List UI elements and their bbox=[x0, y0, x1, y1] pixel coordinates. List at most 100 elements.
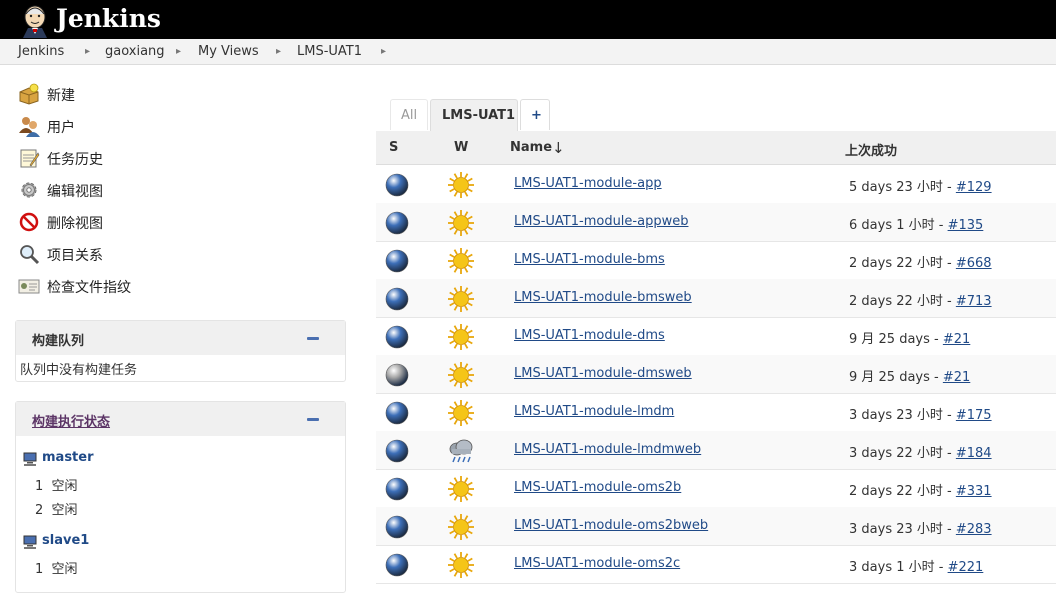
blue-status-ball-icon[interactable] bbox=[385, 287, 409, 311]
blue-status-ball-icon[interactable] bbox=[385, 553, 409, 577]
jenkins-butler-logo[interactable] bbox=[18, 2, 52, 38]
table-row: LMS-UAT1-module-bms 2 days 22 小时 - #668 bbox=[376, 241, 1056, 280]
breadcrumb-my-views[interactable]: My Views bbox=[198, 44, 259, 59]
build-number-link[interactable]: #283 bbox=[956, 522, 992, 537]
last-success: 3 days 23 小时 - #283 bbox=[849, 518, 992, 537]
table-row: LMS-UAT1-module-dmsweb 9 月 25 days - #21 bbox=[376, 355, 1056, 394]
executor-state: 空闲 bbox=[51, 562, 78, 577]
breadcrumb-user[interactable]: gaoxiang bbox=[105, 44, 165, 59]
blue-status-ball-icon[interactable] bbox=[385, 515, 409, 539]
blue-status-ball-icon[interactable] bbox=[385, 211, 409, 235]
last-success: 3 days 1 小时 - #221 bbox=[849, 556, 983, 575]
sun-icon[interactable] bbox=[447, 209, 475, 237]
tab-add-view[interactable]: + bbox=[520, 99, 550, 130]
column-name[interactable]: Name bbox=[510, 140, 552, 155]
build-number-link[interactable]: #331 bbox=[956, 484, 992, 499]
collapse-icon[interactable] bbox=[307, 337, 319, 340]
last-success: 9 月 25 days - #21 bbox=[849, 328, 970, 347]
last-success: 3 days 23 小时 - #175 bbox=[849, 404, 992, 423]
sun-icon[interactable] bbox=[447, 399, 475, 427]
plus-icon[interactable]: + bbox=[531, 108, 542, 123]
job-link[interactable]: LMS-UAT1-module-dmsweb bbox=[514, 366, 692, 381]
table-row: LMS-UAT1-module-bmsweb 2 days 22 小时 - #71… bbox=[376, 279, 1056, 318]
breadcrumb-view[interactable]: LMS-UAT1 bbox=[297, 44, 362, 59]
computer-name[interactable]: master bbox=[42, 450, 94, 465]
build-number-link[interactable]: #135 bbox=[948, 218, 984, 233]
build-number-link[interactable]: #668 bbox=[956, 256, 992, 271]
job-link[interactable]: LMS-UAT1-module-lmdmweb bbox=[514, 442, 701, 457]
magnifier-icon bbox=[20, 245, 40, 265]
job-link[interactable]: LMS-UAT1-module-app bbox=[514, 176, 662, 191]
last-success-time: 2 days 22 小时 - bbox=[849, 294, 956, 309]
new-package-icon bbox=[19, 83, 39, 105]
job-link[interactable]: LMS-UAT1-module-bmsweb bbox=[514, 290, 692, 305]
build-number-link[interactable]: #184 bbox=[956, 446, 992, 461]
last-success: 2 days 22 小时 - #713 bbox=[849, 290, 992, 309]
column-weather[interactable]: W bbox=[454, 140, 468, 155]
blue-status-ball-icon[interactable] bbox=[385, 249, 409, 273]
build-number-link[interactable]: #21 bbox=[943, 370, 970, 385]
task-new-label[interactable]: 新建 bbox=[47, 85, 75, 105]
tab-lms-uat1[interactable]: LMS-UAT1 bbox=[430, 99, 518, 132]
build-number-link[interactable]: #21 bbox=[943, 332, 970, 347]
job-link[interactable]: LMS-UAT1-module-dms bbox=[514, 328, 665, 343]
blue-status-ball-icon[interactable] bbox=[385, 173, 409, 197]
task-delete-view-label[interactable]: 删除视图 bbox=[47, 213, 103, 233]
job-link[interactable]: LMS-UAT1-module-lmdm bbox=[514, 404, 674, 419]
sun-icon[interactable] bbox=[447, 513, 475, 541]
last-success-time: 3 days 22 小时 - bbox=[849, 446, 956, 461]
job-link[interactable]: LMS-UAT1-module-oms2c bbox=[514, 556, 680, 571]
sort-arrow-icon[interactable]: ↓ bbox=[552, 139, 565, 157]
sun-icon[interactable] bbox=[447, 551, 475, 579]
task-project-relationship-label[interactable]: 项目关系 bbox=[47, 245, 103, 265]
table-row: LMS-UAT1-module-oms2b 2 days 22 小时 - #331 bbox=[376, 469, 1056, 508]
last-success-time: 3 days 23 小时 - bbox=[849, 522, 956, 537]
sun-icon[interactable] bbox=[447, 247, 475, 275]
column-last-success[interactable]: 上次成功 bbox=[845, 140, 897, 159]
chevron-right-icon[interactable]: ▸ bbox=[381, 45, 386, 59]
job-link[interactable]: LMS-UAT1-module-oms2b bbox=[514, 480, 681, 495]
task-fingerprint-label[interactable]: 检查文件指纹 bbox=[47, 277, 131, 297]
table-row: LMS-UAT1-module-oms2bweb 3 days 23 小时 - #… bbox=[376, 507, 1056, 546]
blue-status-ball-icon[interactable] bbox=[385, 401, 409, 425]
blue-status-ball-icon[interactable] bbox=[385, 477, 409, 501]
sun-icon[interactable] bbox=[447, 171, 475, 199]
task-edit-view-label[interactable]: 编辑视图 bbox=[47, 181, 103, 201]
column-status[interactable]: S bbox=[389, 140, 398, 155]
sun-icon[interactable] bbox=[447, 361, 475, 389]
last-success: 5 days 23 小时 - #129 bbox=[849, 176, 992, 195]
sun-icon[interactable] bbox=[447, 323, 475, 351]
build-number-link[interactable]: #175 bbox=[956, 408, 992, 423]
task-history-label[interactable]: 任务历史 bbox=[47, 149, 103, 169]
sun-icon[interactable] bbox=[447, 285, 475, 313]
job-link[interactable]: LMS-UAT1-module-appweb bbox=[514, 214, 688, 229]
executor-number: 2 bbox=[35, 503, 44, 518]
chevron-right-icon[interactable]: ▸ bbox=[85, 45, 90, 59]
build-number-link[interactable]: #221 bbox=[948, 560, 984, 575]
job-link[interactable]: LMS-UAT1-module-bms bbox=[514, 252, 665, 267]
job-link[interactable]: LMS-UAT1-module-oms2bweb bbox=[514, 518, 708, 533]
computer-name[interactable]: slave1 bbox=[42, 533, 89, 548]
task-users-label[interactable]: 用户 bbox=[47, 117, 75, 137]
sun-icon[interactable] bbox=[447, 475, 475, 503]
table-row: LMS-UAT1-module-oms2c 3 days 1 小时 - #221 bbox=[376, 545, 1056, 584]
collapse-icon[interactable] bbox=[307, 418, 319, 421]
chevron-right-icon[interactable]: ▸ bbox=[176, 45, 181, 59]
blue-status-ball-icon[interactable] bbox=[385, 439, 409, 463]
blue-status-ball-icon[interactable] bbox=[385, 325, 409, 349]
brand-title[interactable]: Jenkins bbox=[56, 3, 161, 35]
tab-all[interactable]: All bbox=[390, 99, 428, 130]
tab-all-label[interactable]: All bbox=[401, 108, 417, 123]
grey-status-ball-icon[interactable] bbox=[385, 363, 409, 387]
executors-title[interactable]: 构建执行状态 bbox=[32, 411, 110, 430]
computer-icon bbox=[23, 452, 37, 466]
last-success: 2 days 22 小时 - #331 bbox=[849, 480, 992, 499]
rain-cloud-icon[interactable] bbox=[447, 437, 475, 465]
tab-lms-uat1-label[interactable]: LMS-UAT1 bbox=[442, 108, 515, 123]
chevron-right-icon[interactable]: ▸ bbox=[276, 45, 281, 59]
users-icon bbox=[19, 117, 40, 137]
last-success-time: 5 days 23 小时 - bbox=[849, 180, 956, 195]
build-number-link[interactable]: #713 bbox=[956, 294, 992, 309]
breadcrumb-jenkins[interactable]: Jenkins bbox=[18, 44, 64, 59]
build-number-link[interactable]: #129 bbox=[956, 180, 992, 195]
